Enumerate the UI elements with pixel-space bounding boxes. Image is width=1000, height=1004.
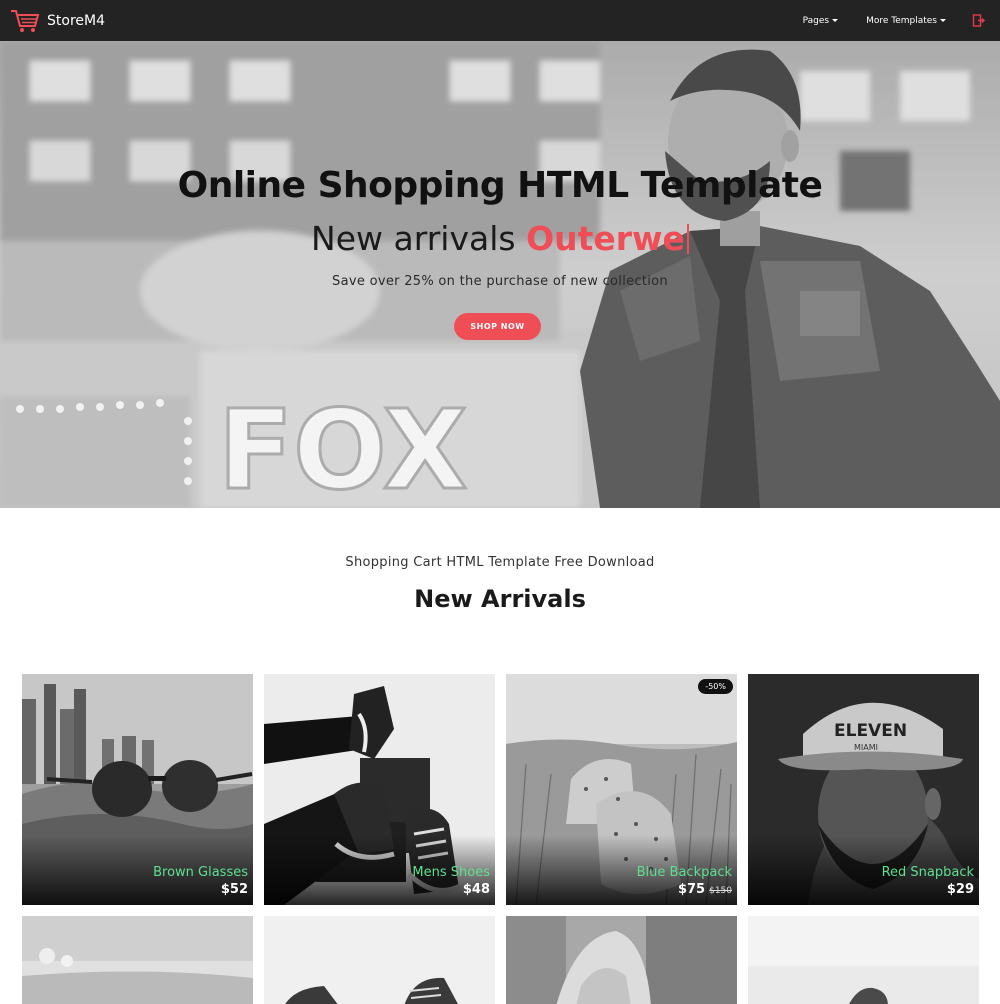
section-subtitle: Shopping Cart HTML Template Free Downloa… bbox=[345, 555, 655, 570]
hero-subtitle: New arrivals Outerwe bbox=[0, 219, 1000, 258]
hero-title: Online Shopping HTML Template bbox=[177, 165, 823, 206]
exit-icon[interactable] bbox=[972, 14, 985, 27]
section-title: New Arrivals bbox=[414, 585, 586, 613]
product-price: $48 bbox=[462, 882, 490, 897]
product-name[interactable]: Brown Glasses bbox=[153, 865, 248, 880]
product-card-blue-backpack[interactable]: -50% Blue Backpack $75 $150 bbox=[506, 674, 737, 905]
chevron-down-icon bbox=[832, 19, 839, 22]
brand-logo[interactable]: StoreM4 bbox=[9, 8, 105, 34]
hero-subtitle-prefix: New arrivals bbox=[311, 219, 516, 258]
product-old-price: $150 bbox=[709, 886, 732, 896]
product-card-brown-glasses[interactable]: Brown Glasses $52 bbox=[22, 674, 253, 905]
nav-more-label: More Templates bbox=[866, 15, 937, 26]
product-name[interactable]: Red Snapback bbox=[882, 865, 974, 880]
product-price: $52 bbox=[220, 882, 248, 897]
shop-now-button[interactable]: SHOP NOW bbox=[454, 313, 541, 340]
product-card-row2-3[interactable] bbox=[506, 916, 737, 1004]
nav-more-templates-dropdown[interactable]: More Templates bbox=[866, 16, 946, 26]
product-image bbox=[22, 916, 253, 1004]
product-image bbox=[506, 916, 737, 1004]
product-card-row2-2[interactable] bbox=[264, 916, 495, 1004]
cap-logo-subtext: MIAMI bbox=[854, 743, 878, 752]
product-card-red-snapback[interactable]: ELEVEN MIAMI Red Snapback $29 bbox=[748, 674, 979, 905]
hero-typed-word: Outerwe bbox=[526, 219, 685, 258]
product-image bbox=[264, 916, 495, 1004]
product-current-price: $75 bbox=[677, 882, 706, 897]
navbar: StoreM4 Pages More Templates bbox=[0, 0, 1000, 41]
nav-pages-label: Pages bbox=[802, 15, 830, 26]
brand-name: StoreM4 bbox=[47, 12, 105, 29]
nav-pages-dropdown[interactable]: Pages bbox=[802, 15, 839, 26]
shopping-cart-icon bbox=[11, 9, 40, 32]
product-card-mens-shoes[interactable]: Mens Shoes $48 bbox=[264, 674, 495, 905]
hero-description: Save over 25% on the purchase of new col… bbox=[332, 274, 668, 289]
product-name[interactable]: Mens Shoes bbox=[412, 865, 490, 880]
cap-logo-text: ELEVEN bbox=[834, 721, 907, 741]
product-name[interactable]: Blue Backpack bbox=[637, 865, 732, 880]
hero-banner: FOX Online Shopping HTML Template New ar… bbox=[0, 41, 1000, 508]
typing-cursor bbox=[686, 224, 689, 254]
chevron-down-icon bbox=[940, 19, 946, 22]
product-price: $29 bbox=[946, 882, 974, 897]
product-price: $75 $150 bbox=[678, 882, 732, 897]
product-card-row2-4[interactable] bbox=[748, 916, 979, 1004]
discount-badge: -50% bbox=[698, 679, 733, 694]
product-card-row2-1[interactable] bbox=[22, 916, 253, 1004]
product-image bbox=[748, 916, 979, 1004]
